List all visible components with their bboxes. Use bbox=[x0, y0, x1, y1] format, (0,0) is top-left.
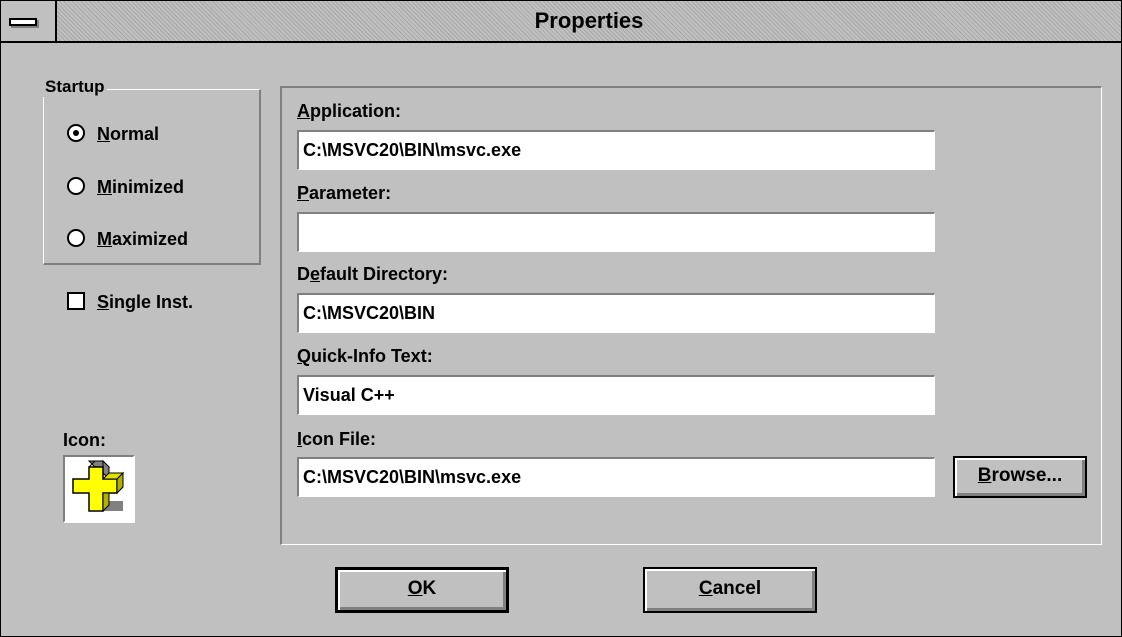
parameter-label: Parameter: bbox=[297, 183, 392, 203]
icon-preview bbox=[63, 455, 135, 523]
application-input[interactable]: C:\MSVC20\BIN\msvc.exe bbox=[297, 130, 935, 170]
visual-cpp-icon bbox=[72, 459, 125, 513]
radio-minimized-label: Minimized bbox=[97, 177, 185, 197]
title-bar[interactable]: Properties bbox=[1, 1, 1121, 43]
quick-info-input[interactable]: Visual C++ bbox=[297, 375, 935, 415]
ok-button[interactable]: OK bbox=[335, 567, 509, 613]
properties-dialog: Properties Startup Normal Minimized Maxi… bbox=[0, 0, 1122, 637]
browse-button[interactable]: Browse... bbox=[953, 456, 1087, 498]
quick-info-label: Quick-Info Text: bbox=[297, 346, 433, 366]
startup-legend: Startup bbox=[43, 77, 107, 97]
single-inst-label: Single Inst. bbox=[97, 292, 194, 312]
parameter-input[interactable] bbox=[297, 212, 935, 252]
icon-file-label: Icon File: bbox=[297, 429, 377, 449]
icon-file-input[interactable]: C:\MSVC20\BIN\msvc.exe bbox=[297, 457, 935, 497]
system-menu-button[interactable] bbox=[1, 1, 57, 41]
checkbox-icon bbox=[67, 292, 85, 310]
radio-maximized-label: Maximized bbox=[97, 229, 189, 249]
radio-button-icon bbox=[67, 229, 85, 247]
system-menu-icon bbox=[9, 18, 37, 26]
radio-button-icon bbox=[67, 177, 85, 195]
window-title: Properties bbox=[534, 8, 644, 33]
radio-normal-label: Normal bbox=[97, 124, 160, 144]
cancel-button[interactable]: Cancel bbox=[643, 567, 817, 613]
default-directory-label: Default Directory: bbox=[297, 264, 449, 284]
default-directory-input[interactable]: C:\MSVC20\BIN bbox=[297, 293, 935, 333]
icon-label: Icon: bbox=[63, 430, 106, 450]
radio-button-icon bbox=[67, 124, 85, 142]
radio-selected-dot bbox=[73, 130, 79, 136]
application-label: Application: bbox=[297, 101, 401, 121]
